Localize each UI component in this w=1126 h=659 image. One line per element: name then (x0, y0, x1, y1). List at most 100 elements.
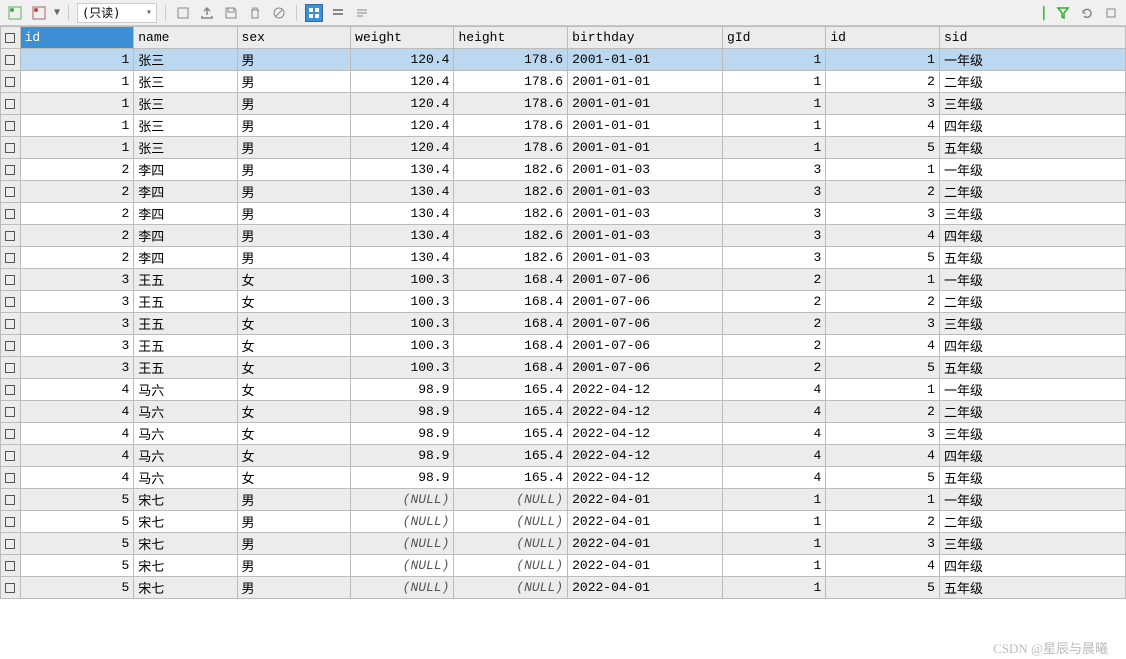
cell-height[interactable]: (NULL) (454, 577, 568, 599)
cell-id2[interactable]: 1 (826, 379, 940, 401)
cell-sid[interactable]: 五年级 (939, 357, 1125, 379)
table-row[interactable]: 4马六女98.9165.42022-04-1244四年级 (1, 445, 1126, 467)
row-checkbox[interactable] (1, 357, 21, 379)
cell-sid[interactable]: 四年级 (939, 115, 1125, 137)
cell-sid[interactable]: 二年级 (939, 181, 1125, 203)
cell-sex[interactable]: 男 (237, 555, 351, 577)
cell-id[interactable]: 5 (20, 555, 134, 577)
table-row[interactable]: 2李四男130.4182.62001-01-0331一年级 (1, 159, 1126, 181)
cell-weight[interactable]: (NULL) (351, 533, 454, 555)
col-header-height[interactable]: height (454, 27, 568, 49)
cell-sid[interactable]: 五年级 (939, 577, 1125, 599)
table-row[interactable]: 2李四男130.4182.62001-01-0333三年级 (1, 203, 1126, 225)
cell-birthday[interactable]: 2001-01-01 (568, 93, 723, 115)
col-header-birthday[interactable]: birthday (568, 27, 723, 49)
cell-birthday[interactable]: 2022-04-01 (568, 489, 723, 511)
row-checkbox[interactable] (1, 203, 21, 225)
snippet-icon[interactable] (1102, 4, 1120, 22)
cell-sid[interactable]: 五年级 (939, 467, 1125, 489)
row-checkbox[interactable] (1, 555, 21, 577)
cell-id[interactable]: 1 (20, 49, 134, 71)
cell-sid[interactable]: 四年级 (939, 555, 1125, 577)
row-checkbox[interactable] (1, 115, 21, 137)
cell-name[interactable]: 张三 (134, 49, 237, 71)
col-header-weight[interactable]: weight (351, 27, 454, 49)
cell-birthday[interactable]: 2022-04-12 (568, 467, 723, 489)
cell-sid[interactable]: 二年级 (939, 71, 1125, 93)
cell-height[interactable]: 178.6 (454, 137, 568, 159)
cell-name[interactable]: 宋七 (134, 577, 237, 599)
cell-sex[interactable]: 男 (237, 533, 351, 555)
row-checkbox[interactable] (1, 291, 21, 313)
cell-id[interactable]: 2 (20, 247, 134, 269)
cell-id2[interactable]: 3 (826, 93, 940, 115)
cell-height[interactable]: 165.4 (454, 401, 568, 423)
cell-id2[interactable]: 2 (826, 291, 940, 313)
cell-id2[interactable]: 3 (826, 313, 940, 335)
cell-weight[interactable]: 120.4 (351, 137, 454, 159)
cell-height[interactable]: 182.6 (454, 225, 568, 247)
cell-id2[interactable]: 4 (826, 555, 940, 577)
cell-id2[interactable]: 5 (826, 137, 940, 159)
row-checkbox[interactable] (1, 93, 21, 115)
cell-height[interactable]: 182.6 (454, 203, 568, 225)
cell-gid[interactable]: 1 (723, 71, 826, 93)
cell-birthday[interactable]: 2001-01-01 (568, 115, 723, 137)
table-row[interactable]: 3王五女100.3168.42001-07-0622二年级 (1, 291, 1126, 313)
cell-sex[interactable]: 男 (237, 159, 351, 181)
data-grid[interactable]: id name sex weight height birthday gId i… (0, 26, 1126, 639)
cell-weight[interactable]: 98.9 (351, 423, 454, 445)
cell-birthday[interactable]: 2001-01-03 (568, 181, 723, 203)
cell-birthday[interactable]: 2001-01-03 (568, 159, 723, 181)
row-checkbox[interactable] (1, 533, 21, 555)
cell-sex[interactable]: 女 (237, 445, 351, 467)
cell-birthday[interactable]: 2022-04-01 (568, 511, 723, 533)
cell-birthday[interactable]: 2001-07-06 (568, 313, 723, 335)
delete-icon[interactable] (246, 4, 264, 22)
cell-id2[interactable]: 5 (826, 357, 940, 379)
cell-sid[interactable]: 三年级 (939, 203, 1125, 225)
table-row[interactable]: 5宋七男(NULL)(NULL)2022-04-0114四年级 (1, 555, 1126, 577)
refresh-icon[interactable] (1078, 4, 1096, 22)
cell-weight[interactable]: 120.4 (351, 49, 454, 71)
table-row[interactable]: 5宋七男(NULL)(NULL)2022-04-0111一年级 (1, 489, 1126, 511)
row-checkbox[interactable] (1, 225, 21, 247)
cell-name[interactable]: 王五 (134, 313, 237, 335)
table-row[interactable]: 3王五女100.3168.42001-07-0625五年级 (1, 357, 1126, 379)
cell-birthday[interactable]: 2022-04-12 (568, 445, 723, 467)
cell-birthday[interactable]: 2001-07-06 (568, 269, 723, 291)
cell-weight[interactable]: 130.4 (351, 225, 454, 247)
read-mode-dropdown[interactable]: (只读) (77, 3, 157, 23)
cell-name[interactable]: 马六 (134, 379, 237, 401)
cell-id2[interactable]: 4 (826, 225, 940, 247)
cell-birthday[interactable]: 2001-07-06 (568, 335, 723, 357)
cell-weight[interactable]: 100.3 (351, 291, 454, 313)
cell-weight[interactable]: 98.9 (351, 379, 454, 401)
cell-gid[interactable]: 1 (723, 49, 826, 71)
cell-height[interactable]: 168.4 (454, 335, 568, 357)
cell-sid[interactable]: 四年级 (939, 225, 1125, 247)
cell-gid[interactable]: 4 (723, 467, 826, 489)
cell-id[interactable]: 4 (20, 401, 134, 423)
row-checkbox[interactable] (1, 137, 21, 159)
table-row[interactable]: 2李四男130.4182.62001-01-0332二年级 (1, 181, 1126, 203)
cell-weight[interactable]: 130.4 (351, 203, 454, 225)
col-header-sid[interactable]: sid (939, 27, 1125, 49)
save-icon[interactable] (222, 4, 240, 22)
cell-id[interactable]: 4 (20, 423, 134, 445)
cell-id[interactable]: 2 (20, 225, 134, 247)
cell-gid[interactable]: 2 (723, 291, 826, 313)
cell-id2[interactable]: 3 (826, 423, 940, 445)
cell-height[interactable]: 178.6 (454, 49, 568, 71)
grid-red-icon[interactable] (30, 4, 48, 22)
cell-name[interactable]: 张三 (134, 115, 237, 137)
row-checkbox[interactable] (1, 511, 21, 533)
cell-height[interactable]: 182.6 (454, 159, 568, 181)
cell-birthday[interactable]: 2022-04-01 (568, 533, 723, 555)
cell-birthday[interactable]: 2022-04-01 (568, 555, 723, 577)
cell-birthday[interactable]: 2022-04-12 (568, 401, 723, 423)
cell-sex[interactable]: 女 (237, 401, 351, 423)
row-checkbox[interactable] (1, 71, 21, 93)
cell-height[interactable]: 178.6 (454, 93, 568, 115)
col-header-name[interactable]: name (134, 27, 237, 49)
